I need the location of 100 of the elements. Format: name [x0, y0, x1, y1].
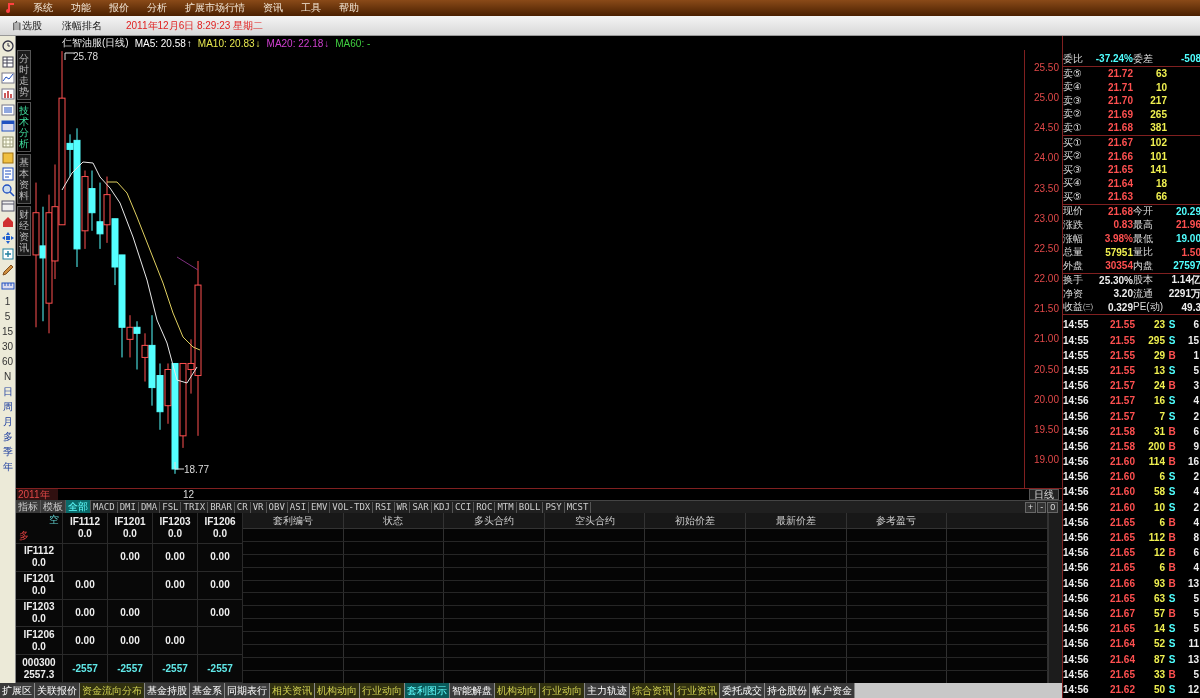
vertical-tab[interactable]: 技术分析	[17, 102, 31, 152]
indicator-tab[interactable]: DMA	[138, 501, 161, 513]
indicator-tab[interactable]: SAR	[410, 501, 432, 513]
indicator-tab[interactable]: ROC	[474, 501, 496, 513]
indicator-tab[interactable]: FSL	[160, 501, 182, 513]
bottom-tab[interactable]: 委托成交	[720, 683, 765, 698]
bottom-tab[interactable]: 资金流向分布	[80, 683, 145, 698]
period-button[interactable]: 5	[4, 310, 11, 323]
indicator-tab[interactable]: 模板	[41, 500, 66, 514]
menu-item[interactable]: 功能	[62, 0, 100, 16]
plus-icon[interactable]	[0, 247, 15, 261]
zoom-button[interactable]: 0	[1047, 501, 1059, 513]
bottom-tab[interactable]: 主力轨迹	[585, 683, 630, 698]
period-button[interactable]: 30	[1, 340, 14, 353]
bottom-tab[interactable]: 机构动向	[495, 683, 540, 698]
indicator-tab[interactable]: CCI	[452, 501, 475, 513]
period-button[interactable]: 季	[2, 445, 13, 458]
bottom-tab[interactable]: 基金持股	[145, 683, 190, 698]
leader-line	[174, 462, 184, 470]
indicator-tab[interactable]: KDJ	[431, 501, 453, 513]
ruler-icon[interactable]	[0, 279, 15, 293]
tick-count: 16	[1186, 456, 1199, 468]
bottom-tab[interactable]: 关联报价	[35, 683, 80, 698]
menu-item[interactable]: 分析	[138, 0, 176, 16]
bottom-tab[interactable]: 行业动向	[360, 683, 405, 698]
menu-item[interactable]: 扩展市场行情	[176, 0, 254, 16]
bottom-tab[interactable]: 智能解盘	[450, 683, 495, 698]
bottom-tab[interactable]: 同期表行	[225, 683, 270, 698]
tick-count: 6	[1192, 547, 1199, 559]
table-icon[interactable]	[0, 55, 15, 69]
bottom-tab[interactable]: 持仓股份	[765, 683, 810, 698]
move-icon[interactable]	[0, 231, 15, 245]
column-header: 多头合约	[444, 513, 545, 528]
clock-icon[interactable]	[0, 39, 15, 53]
period-button[interactable]: 日	[2, 385, 13, 398]
bar-chart-icon[interactable]	[0, 87, 15, 101]
indicator-tab[interactable]: RSI	[373, 501, 395, 513]
tick-count: 2	[1192, 501, 1199, 513]
indicator-tab[interactable]: VR	[250, 501, 267, 513]
indicator-tab[interactable]: MTM	[495, 501, 517, 513]
bottom-tab[interactable]: 综合资讯	[630, 683, 675, 698]
search-icon[interactable]	[0, 183, 15, 197]
bottom-tab[interactable]: 相关资讯	[270, 683, 315, 698]
tick-count: 12	[1186, 683, 1199, 695]
indicator-tab[interactable]: BRAR	[208, 501, 235, 513]
zoom-button[interactable]: +	[1025, 501, 1037, 513]
tick-time: 14:56	[1063, 547, 1090, 559]
bottom-tab[interactable]: 扩展区	[0, 683, 35, 698]
bottom-tab[interactable]: 机构动向	[315, 683, 360, 698]
axis-label: 2011年	[17, 489, 58, 500]
indicator-tab[interactable]: WR	[394, 501, 411, 513]
tick-side: B	[1167, 456, 1177, 468]
indicator-tab[interactable]: EMV	[309, 501, 331, 513]
vertical-tab[interactable]: 基本资料	[17, 154, 31, 204]
bottom-tab[interactable]: 套利图示	[405, 683, 450, 698]
bid-price: 21.65	[1106, 164, 1133, 176]
bottom-tab[interactable]: 基金系	[190, 683, 225, 698]
window-icon[interactable]	[0, 119, 15, 133]
period-button[interactable]: 周	[2, 400, 13, 413]
indicator-tab[interactable]: MACD	[91, 501, 118, 513]
tick-count: 15	[1186, 334, 1199, 346]
indicator-tab[interactable]: 指标	[16, 500, 41, 514]
indicator-tab[interactable]: ASI	[287, 501, 310, 513]
vertical-tab[interactable]: 财经资讯	[17, 206, 31, 256]
toolbar-button[interactable]: 自选股	[6, 16, 56, 35]
bottom-tab[interactable]: 行业资讯	[675, 683, 720, 698]
period-button[interactable]: 年	[2, 460, 13, 473]
indicator-tab[interactable]: PSY	[543, 501, 565, 513]
menu-item[interactable]: 帮助	[330, 0, 368, 16]
home-icon[interactable]	[0, 215, 15, 229]
indicator-tab[interactable]: TRIX	[181, 501, 209, 513]
square-icon[interactable]	[0, 151, 15, 165]
window-icon[interactable]	[0, 199, 15, 213]
menu-item[interactable]: 资讯	[254, 0, 292, 16]
toolbar-button[interactable]: 涨幅排名	[56, 16, 116, 35]
indicator-tab[interactable]: BOLL	[516, 501, 544, 513]
period-button[interactable]: N	[3, 370, 12, 383]
indicator-tab[interactable]: 全部	[66, 500, 91, 514]
zoom-button[interactable]: -	[1037, 501, 1047, 513]
pencil-icon[interactable]	[0, 263, 15, 277]
bottom-tab[interactable]: 帐户资金	[810, 683, 855, 698]
leader-line	[64, 52, 74, 60]
indicator-tab[interactable]: DMI	[117, 501, 139, 513]
menu-item[interactable]: 报价	[100, 0, 138, 16]
period-button[interactable]: 月	[2, 415, 13, 428]
menu-item[interactable]: 系统	[24, 0, 62, 16]
menu-item[interactable]: 工具	[292, 0, 330, 16]
line-chart-icon[interactable]	[0, 71, 15, 85]
tick-time: 14:56	[1063, 486, 1090, 498]
bottom-tab[interactable]: 行业动向	[540, 683, 585, 698]
period-button[interactable]: 多	[2, 430, 13, 443]
document-icon[interactable]	[0, 167, 15, 181]
period-button[interactable]: 15	[1, 325, 14, 338]
indicator-tab[interactable]: VOL-TDX	[330, 501, 374, 513]
period-button[interactable]: 1	[4, 295, 11, 308]
indicator-tab[interactable]: OBV	[266, 501, 288, 513]
indicator-tab[interactable]: MCST	[564, 501, 592, 513]
indicator-tab[interactable]: CR	[234, 501, 251, 513]
period-button[interactable]: 60	[1, 355, 14, 368]
vertical-tab[interactable]: 分时走势	[17, 50, 31, 100]
